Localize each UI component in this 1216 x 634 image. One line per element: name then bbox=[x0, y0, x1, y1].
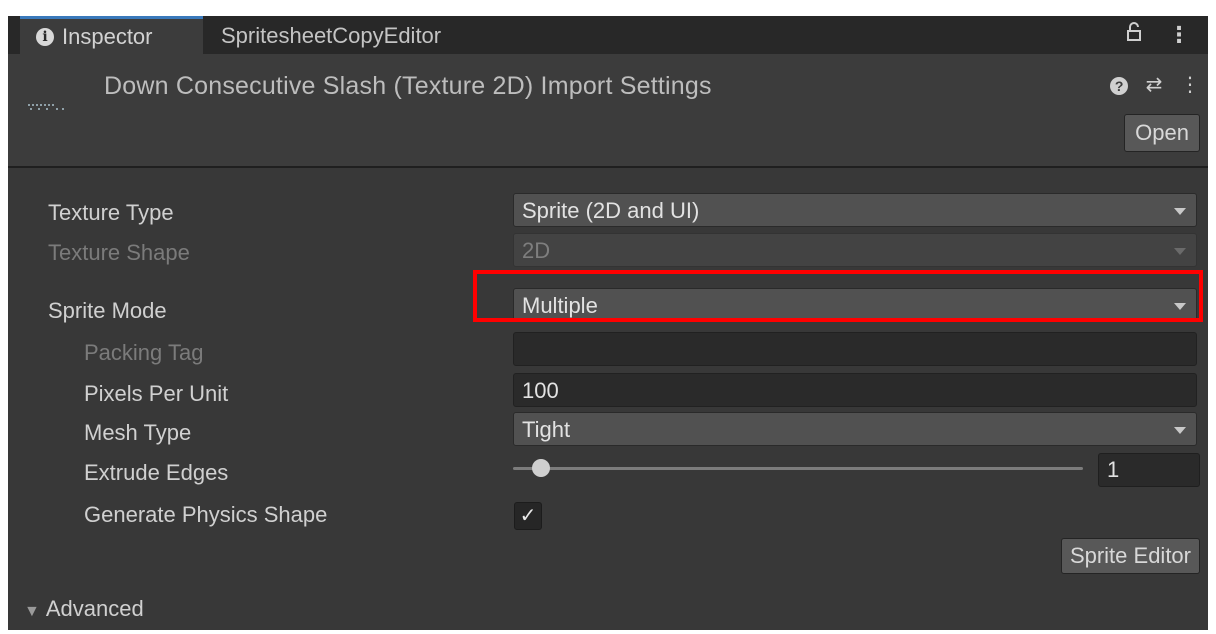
packing-tag-input[interactable] bbox=[513, 332, 1197, 366]
extrude-edges-slider-handle[interactable] bbox=[532, 459, 550, 477]
tab-menu-icon[interactable]: ⋮ bbox=[1168, 16, 1190, 54]
texture-type-dropdown[interactable]: Sprite (2D and UI) bbox=[513, 193, 1197, 227]
extrude-edges-slider-track[interactable] bbox=[513, 467, 1083, 470]
foldout-arrow-icon: ▼ bbox=[24, 603, 40, 620]
tab-inspector[interactable]: i Inspector bbox=[20, 16, 203, 54]
sprite-mode-highlight-box bbox=[473, 270, 1203, 322]
mesh-type-dropdown[interactable]: Tight bbox=[513, 412, 1197, 446]
help-icon[interactable]: ? bbox=[1110, 77, 1129, 95]
tab-spritesheet-label: SpritesheetCopyEditor bbox=[221, 23, 442, 48]
chevron-down-icon bbox=[1174, 427, 1186, 434]
page-title: Down Consecutive Slash (Texture 2D) Impo… bbox=[104, 72, 712, 100]
lock-icon[interactable] bbox=[1126, 16, 1142, 54]
sprite-editor-button[interactable]: Sprite Editor bbox=[1060, 538, 1200, 574]
tab-bar: i Inspector SpritesheetCopyEditor ⋮ bbox=[8, 16, 1208, 54]
pixels-per-unit-input[interactable]: 100 bbox=[513, 373, 1197, 407]
sprite-mode-label: Sprite Mode bbox=[48, 298, 167, 323]
extrude-edges-label: Extrude Edges bbox=[84, 460, 229, 485]
tab-inspector-label: Inspector bbox=[62, 24, 153, 49]
texture-shape-label: Texture Shape bbox=[48, 240, 190, 265]
packing-tag-label: Packing Tag bbox=[84, 340, 204, 365]
advanced-label: Advanced bbox=[45, 596, 144, 621]
tab-spritesheet-copy-editor[interactable]: SpritesheetCopyEditor bbox=[221, 16, 441, 54]
info-icon: i bbox=[36, 27, 54, 46]
generate-physics-shape-checkbox[interactable]: ✓ bbox=[514, 502, 542, 530]
inspector-window: i Inspector SpritesheetCopyEditor ⋮ Down … bbox=[8, 16, 1208, 630]
texture-type-label: Texture Type bbox=[48, 200, 174, 225]
mesh-type-value: Tight bbox=[522, 417, 571, 442]
mesh-type-label: Mesh Type bbox=[84, 420, 192, 445]
import-settings-header: Down Consecutive Slash (Texture 2D) Impo… bbox=[8, 54, 1208, 168]
header-tools: ? ⇄ ⋮ bbox=[1098, 72, 1200, 97]
open-button[interactable]: Open bbox=[1124, 114, 1200, 152]
texture-thumbnail-icon bbox=[28, 104, 64, 110]
texture-type-value: Sprite (2D and UI) bbox=[522, 198, 700, 223]
generate-physics-shape-label: Generate Physics Shape bbox=[84, 502, 328, 527]
header-menu-icon[interactable]: ⋮ bbox=[1180, 72, 1200, 97]
pixels-per-unit-label: Pixels Per Unit bbox=[84, 381, 229, 406]
texture-shape-value: 2D bbox=[522, 238, 551, 263]
advanced-foldout[interactable]: ▼ Advanced bbox=[24, 594, 144, 624]
chevron-down-icon bbox=[1174, 208, 1186, 215]
presets-icon[interactable]: ⇄ bbox=[1146, 72, 1163, 97]
texture-shape-dropdown: 2D bbox=[513, 233, 1197, 267]
tab-tools: ⋮ bbox=[1126, 16, 1190, 54]
chevron-down-icon bbox=[1174, 248, 1186, 255]
extrude-edges-value-input[interactable]: 1 bbox=[1098, 453, 1200, 487]
